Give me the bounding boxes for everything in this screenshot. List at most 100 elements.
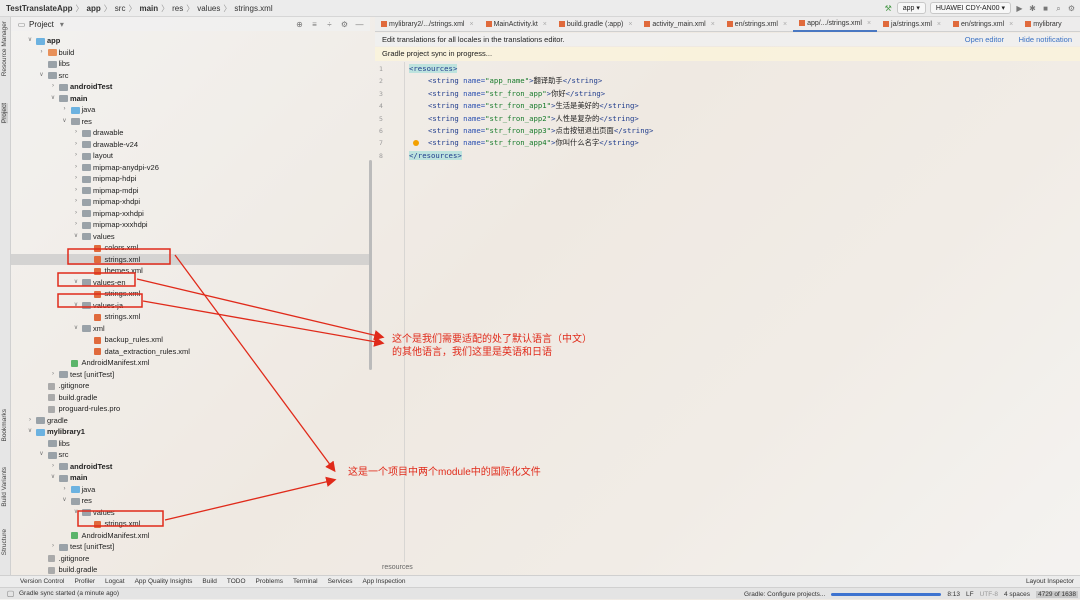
tool-window-version-control[interactable]: Version Control bbox=[20, 578, 64, 585]
search-icon[interactable]: ⌕ bbox=[1054, 4, 1063, 13]
chevron-right-icon[interactable]: › bbox=[38, 47, 46, 59]
chevron-right-icon[interactable]: › bbox=[72, 208, 80, 220]
tree-item[interactable]: › mipmap-xxxhdpi bbox=[11, 219, 370, 231]
tree-item[interactable]: › androidTest bbox=[11, 461, 370, 473]
close-icon[interactable]: × bbox=[711, 17, 715, 32]
chevron-right-icon[interactable]: › bbox=[26, 415, 34, 427]
tree-item[interactable]: data_extraction_rules.xml bbox=[11, 346, 370, 358]
lightbulb-icon[interactable] bbox=[413, 140, 419, 147]
tree-item[interactable]: ∨ app bbox=[11, 35, 370, 47]
run-icon[interactable]: ▶ bbox=[1015, 4, 1024, 13]
chevron-right-icon[interactable]: › bbox=[49, 541, 57, 553]
close-icon[interactable]: × bbox=[783, 17, 787, 32]
gear-icon[interactable]: ⚙ bbox=[340, 20, 349, 29]
tree-item[interactable]: › gradle bbox=[11, 415, 370, 427]
tree-item[interactable]: › build bbox=[11, 47, 370, 59]
chevron-right-icon[interactable]: › bbox=[49, 369, 57, 381]
chevron-right-icon[interactable]: › bbox=[61, 104, 69, 116]
tree-item[interactable]: › mipmap-mdpi bbox=[11, 185, 370, 197]
close-icon[interactable]: × bbox=[543, 17, 547, 32]
tree-item[interactable]: › mipmap-xhdpi bbox=[11, 196, 370, 208]
tree-item[interactable]: AndroidManifest.xml bbox=[11, 530, 370, 542]
editor-tab[interactable]: app/.../strings.xml × bbox=[793, 16, 878, 32]
editor-tab[interactable]: mylibrary2/.../strings.xml × bbox=[375, 17, 480, 32]
tree-item[interactable]: › mipmap-xxhdpi bbox=[11, 208, 370, 220]
chevron-down-icon[interactable]: ∨ bbox=[72, 277, 80, 289]
tree-item[interactable]: build.gradle bbox=[11, 564, 370, 576]
tree-item[interactable]: ∨ values bbox=[11, 231, 370, 243]
chevron-right-icon[interactable]: › bbox=[72, 219, 80, 231]
close-icon[interactable]: × bbox=[937, 17, 941, 32]
bookmarks-tab[interactable]: Bookmarks bbox=[1, 409, 8, 442]
chevron-down-icon[interactable]: ∨ bbox=[61, 116, 69, 128]
tree-item[interactable]: build.gradle bbox=[11, 392, 370, 404]
tree-item[interactable]: › test [unitTest] bbox=[11, 541, 370, 553]
tree-item[interactable]: ∨ values-en bbox=[11, 277, 370, 289]
device-select[interactable]: HUAWEI CDY-AN00 ▾ bbox=[929, 2, 1011, 14]
chevron-right-icon[interactable]: › bbox=[49, 81, 57, 93]
tool-window-todo[interactable]: TODO bbox=[227, 578, 246, 585]
tool-window-problems[interactable]: Problems bbox=[256, 578, 283, 585]
settings-icon[interactable]: ⚙ bbox=[1067, 4, 1076, 13]
tree-item[interactable]: ∨ mylibrary1 bbox=[11, 426, 370, 438]
tree-item[interactable]: strings.xml bbox=[11, 253, 370, 265]
tree-item[interactable]: strings.xml bbox=[11, 311, 370, 323]
chevron-right-icon[interactable]: › bbox=[72, 185, 80, 197]
close-icon[interactable]: × bbox=[469, 17, 473, 32]
chevron-down-icon[interactable]: ∨ bbox=[26, 426, 34, 438]
chevron-down-icon[interactable]: ▾ bbox=[60, 20, 64, 29]
layout-inspector-button[interactable]: Layout Inspector bbox=[1026, 578, 1074, 585]
tool-window-build[interactable]: Build bbox=[202, 578, 216, 585]
tree-item[interactable]: › test [unitTest] bbox=[11, 369, 370, 381]
close-icon[interactable]: × bbox=[867, 16, 871, 31]
close-icon[interactable]: × bbox=[1009, 17, 1013, 32]
tree-item[interactable]: › java bbox=[11, 484, 370, 496]
hide-notification-link[interactable]: Hide notification bbox=[1019, 35, 1072, 44]
editor-tab[interactable]: build.gradle (:app) × bbox=[553, 17, 639, 32]
expand-all-icon[interactable]: ≡ bbox=[310, 20, 319, 29]
tree-item[interactable]: strings.xml bbox=[11, 288, 370, 300]
collapse-all-icon[interactable]: ÷ bbox=[325, 20, 334, 29]
chevron-down-icon[interactable]: ∨ bbox=[38, 449, 46, 461]
editor-tab[interactable]: ja/strings.xml × bbox=[877, 17, 947, 32]
tool-window-profiler[interactable]: Profiler bbox=[74, 578, 95, 585]
tree-item[interactable]: backup_rules.xml bbox=[11, 334, 370, 346]
tool-window-logcat[interactable]: Logcat bbox=[105, 578, 125, 585]
chevron-down-icon[interactable]: ∨ bbox=[72, 507, 80, 519]
tree-item[interactable]: ∨ main bbox=[11, 472, 370, 484]
tree-item[interactable]: libs bbox=[11, 58, 370, 70]
tree-item[interactable]: .gitignore bbox=[11, 380, 370, 392]
hammer-icon[interactable]: ⚒ bbox=[884, 4, 893, 13]
chevron-right-icon[interactable]: › bbox=[61, 484, 69, 496]
tool-window-app-inspection[interactable]: App Inspection bbox=[363, 578, 406, 585]
tree-item[interactable]: › java bbox=[11, 104, 370, 116]
chevron-right-icon[interactable]: › bbox=[49, 461, 57, 473]
breadcrumb-item[interactable]: values bbox=[197, 4, 220, 13]
tool-window-terminal[interactable]: Terminal bbox=[293, 578, 318, 585]
tree-scrollbar[interactable] bbox=[369, 160, 372, 370]
editor-tab[interactable]: en/strings.xml × bbox=[947, 17, 1019, 32]
chevron-right-icon[interactable]: › bbox=[72, 173, 80, 185]
tree-item[interactable]: › androidTest bbox=[11, 81, 370, 93]
breadcrumb-item[interactable]: main bbox=[139, 4, 158, 13]
resource-manager-tab[interactable]: Resource Manager bbox=[1, 21, 8, 76]
editor-tab[interactable]: activity_main.xml × bbox=[638, 17, 720, 32]
editor-tab[interactable]: mylibrary bbox=[1019, 17, 1067, 32]
tree-item[interactable]: › mipmap-hdpi bbox=[11, 173, 370, 185]
breadcrumb-item[interactable]: src bbox=[115, 4, 126, 13]
build-variants-tab[interactable]: Build Variants bbox=[1, 467, 8, 507]
tree-item[interactable]: ∨ main bbox=[11, 93, 370, 105]
tree-item[interactable]: AndroidManifest.xml bbox=[11, 357, 370, 369]
structure-tab[interactable]: Structure bbox=[1, 529, 8, 555]
tree-item[interactable]: ∨ res bbox=[11, 495, 370, 507]
editor-tab[interactable]: MainActivity.kt × bbox=[480, 17, 553, 32]
chevron-down-icon[interactable]: ∨ bbox=[49, 472, 57, 484]
stop-icon[interactable]: ■ bbox=[1041, 4, 1050, 13]
chevron-down-icon[interactable]: ∨ bbox=[26, 35, 34, 47]
breadcrumb-item[interactable]: TestTranslateApp bbox=[6, 4, 73, 13]
hide-icon[interactable]: — bbox=[355, 20, 364, 29]
tree-item[interactable]: › drawable-v24 bbox=[11, 139, 370, 151]
code-editor[interactable]: 1 <resources> 2 <string name="app_name">翻译助… bbox=[375, 63, 1080, 162]
tree-item[interactable]: › mipmap-anydpi-v26 bbox=[11, 162, 370, 174]
tree-item[interactable]: .gitignore bbox=[11, 553, 370, 565]
